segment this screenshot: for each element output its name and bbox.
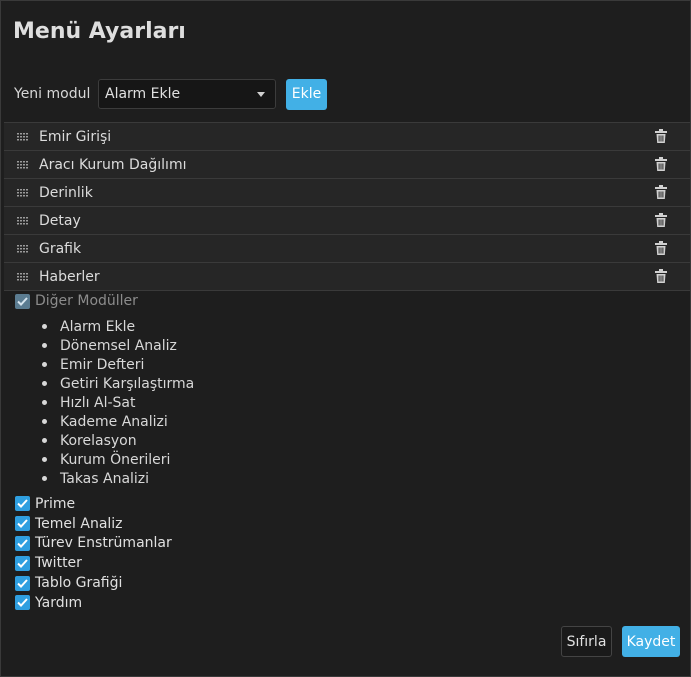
option-label: Yardım [35, 594, 83, 611]
trash-icon[interactable] [655, 269, 667, 283]
option-checkbox[interactable]: Yardım [15, 593, 172, 613]
bullet-icon [42, 476, 47, 481]
list-item-label: Alarm Ekle [60, 318, 136, 335]
option-checkbox[interactable]: Türev Enstrümanlar [15, 534, 172, 554]
option-label: Prime [35, 495, 76, 512]
list-item-label: Korelasyon [60, 432, 137, 449]
list-item-label: Emir Defteri [60, 356, 145, 373]
drag-handle-icon[interactable] [17, 160, 29, 169]
list-item-label: Kurum Önerileri [60, 451, 171, 468]
list-item: Hızlı Al-Sat [42, 393, 194, 412]
checkbox-checked-icon [15, 555, 30, 571]
module-label: Haberler [39, 268, 100, 285]
add-module-row: Yeni modul Alarm Ekle Ekle [14, 78, 327, 110]
trash-icon[interactable] [655, 129, 667, 143]
bullet-icon [42, 343, 47, 348]
option-label: Tablo Grafiği [35, 575, 123, 592]
list-item-label: Getiri Karşılaştırma [60, 375, 195, 392]
reset-button[interactable]: Sıfırla [561, 626, 612, 657]
drag-handle-icon[interactable] [17, 132, 29, 141]
module-label: Grafik [39, 240, 82, 257]
menu-settings-dialog: Menü Ayarları Yeni modul Alarm Ekle Ekle… [0, 0, 691, 677]
checkbox-checked-icon [15, 575, 30, 591]
list-item: Alarm Ekle [42, 317, 194, 336]
module-row[interactable]: Derinlik [4, 178, 690, 206]
checkbox-checked-icon [15, 496, 30, 512]
module-label: Aracı Kurum Dağılımı [39, 156, 187, 173]
drag-handle-icon[interactable] [17, 244, 29, 253]
bullet-icon [42, 419, 47, 424]
trash-icon[interactable] [655, 241, 667, 255]
list-item: Korelasyon [42, 431, 194, 450]
extra-options: Prime Temel Analiz Türev Enstrümanlar Twitt… [15, 494, 172, 613]
option-label: Temel Analiz [35, 515, 123, 532]
checkbox-checked-icon [15, 293, 30, 309]
option-label: Twitter [35, 555, 82, 572]
list-item: Kurum Önerileri [42, 450, 194, 469]
list-item-label: Kademe Analizi [60, 413, 168, 430]
drag-handle-icon[interactable] [17, 216, 29, 225]
new-module-label: Yeni modul [14, 86, 91, 102]
drag-handle-icon[interactable] [17, 188, 29, 197]
add-button[interactable]: Ekle [286, 78, 327, 110]
trash-icon[interactable] [655, 157, 667, 171]
list-item: Dönemsel Analiz [42, 336, 194, 355]
checkbox-checked-icon [15, 535, 30, 551]
checkbox-checked-icon [15, 595, 30, 611]
bullet-icon [42, 438, 47, 443]
list-item-label: Takas Analizi [60, 470, 150, 487]
option-checkbox[interactable]: Temel Analiz [15, 514, 172, 534]
module-row[interactable]: Aracı Kurum Dağılımı [4, 150, 690, 178]
option-checkbox[interactable]: Twitter [15, 553, 172, 573]
bullet-icon [42, 324, 47, 329]
checkbox-checked-icon [15, 516, 30, 532]
other-modules-label: Diğer Modüller [35, 293, 138, 309]
bullet-icon [42, 362, 47, 367]
save-button[interactable]: Kaydet [622, 626, 680, 657]
list-item: Kademe Analizi [42, 412, 194, 431]
list-item: Takas Analizi [42, 469, 194, 488]
new-module-select[interactable]: Alarm Ekle [98, 79, 276, 109]
bullet-icon [42, 381, 47, 386]
module-row[interactable]: Emir Girişi [4, 122, 690, 150]
module-label: Derinlik [39, 184, 93, 201]
option-checkbox[interactable]: Tablo Grafiği [15, 573, 172, 593]
trash-icon[interactable] [655, 213, 667, 227]
drag-handle-icon[interactable] [17, 272, 29, 281]
list-item: Getiri Karşılaştırma [42, 374, 194, 393]
other-modules-list: Alarm Ekle Dönemsel Analiz Emir Defteri Get… [42, 317, 194, 488]
bullet-icon [42, 457, 47, 462]
caret-down-icon [257, 91, 265, 97]
module-label: Emir Girişi [39, 128, 112, 145]
list-item: Emir Defteri [42, 355, 194, 374]
module-row[interactable]: Haberler [4, 262, 690, 291]
module-row[interactable]: Detay [4, 206, 690, 234]
list-item-label: Dönemsel Analiz [60, 337, 177, 354]
dialog-title: Menü Ayarları [13, 19, 186, 44]
module-label: Detay [39, 212, 81, 229]
other-modules-checkbox[interactable]: Diğer Modüller [15, 293, 138, 309]
list-item-label: Hızlı Al-Sat [60, 394, 136, 411]
new-module-select-value: Alarm Ekle [105, 86, 181, 102]
bullet-icon [42, 400, 47, 405]
option-checkbox[interactable]: Prime [15, 494, 172, 514]
trash-icon[interactable] [655, 185, 667, 199]
option-label: Türev Enstrümanlar [35, 535, 172, 552]
module-list: Emir Girişi Aracı Kurum Dağılımı Derinlik D… [4, 122, 690, 291]
module-row[interactable]: Grafik [4, 234, 690, 262]
